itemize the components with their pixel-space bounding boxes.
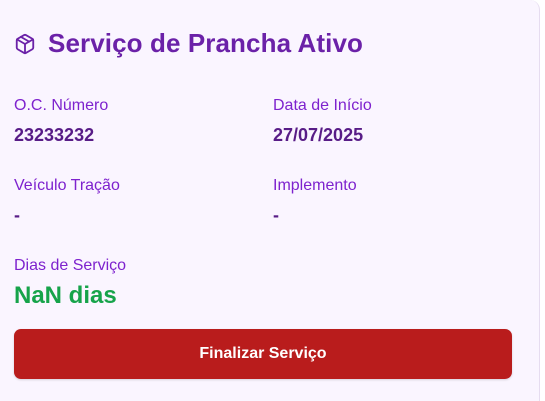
implemento-label: Implemento xyxy=(273,177,357,194)
data-inicio-label: Data de Início xyxy=(273,97,372,114)
dias-servico-label: Dias de Serviço xyxy=(14,257,127,274)
field-data-inicio: Data de Início 27/07/2025 xyxy=(273,97,372,145)
field-dias-servico: Dias de Serviço NaN dias xyxy=(14,257,126,309)
field-oc-numero: O.C. Número 23233232 xyxy=(14,97,108,145)
dias-servico-value: NaN dias xyxy=(14,282,117,309)
card-title: Serviço de Prancha Ativo xyxy=(48,28,363,58)
veiculo-tracao-label: Veículo Tração xyxy=(14,177,120,194)
package-icon xyxy=(14,33,36,55)
veiculo-tracao-value: - xyxy=(14,205,20,225)
finalize-service-button[interactable]: Finalizar Serviço xyxy=(14,329,512,379)
card-header: Serviço de Prancha Ativo xyxy=(14,28,363,59)
field-veiculo-tracao: Veículo Tração - xyxy=(14,177,120,225)
data-inicio-value: 27/07/2025 xyxy=(273,125,364,145)
field-implemento: Implemento - xyxy=(273,177,357,225)
oc-numero-value: 23233232 xyxy=(14,125,95,145)
implemento-value: - xyxy=(273,205,279,225)
oc-numero-label: O.C. Número xyxy=(14,97,109,114)
active-service-card: Serviço de Prancha Ativo O.C. Número 232… xyxy=(0,0,540,401)
